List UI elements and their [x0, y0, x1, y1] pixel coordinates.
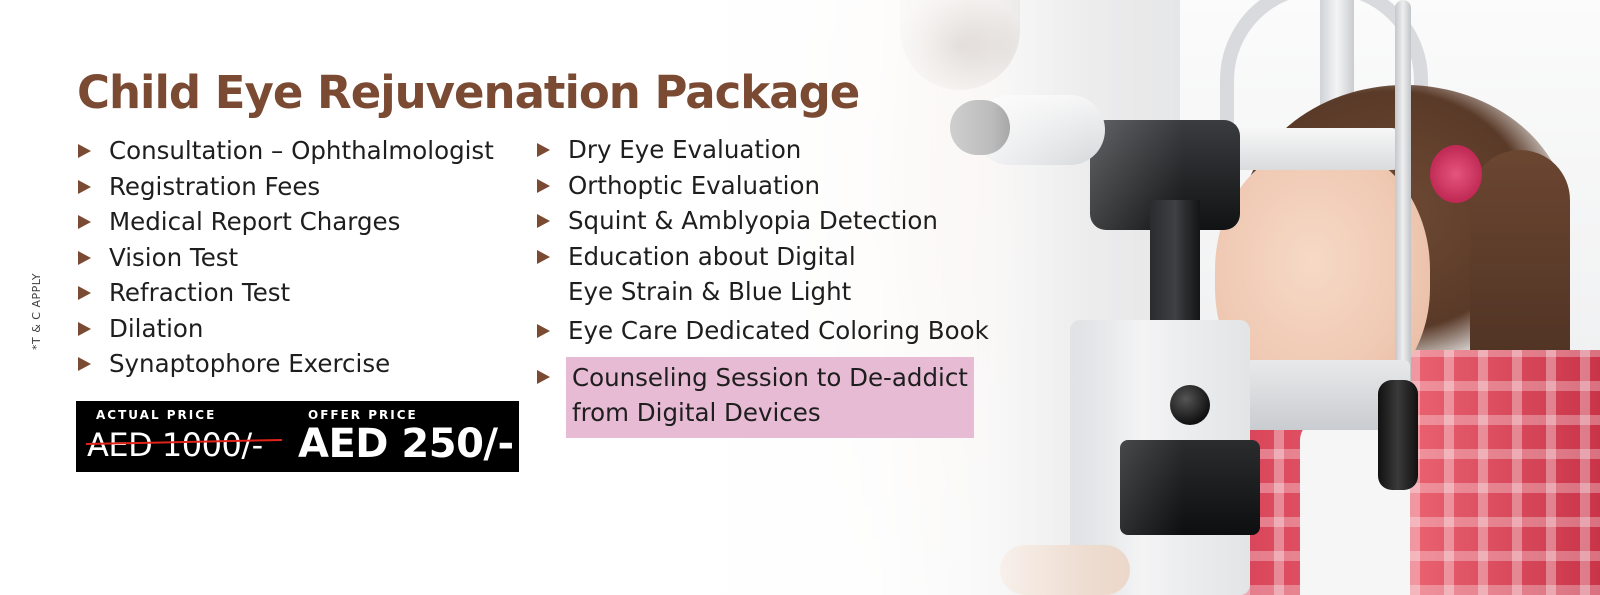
service-label: Medical Report Charges	[109, 207, 401, 236]
service-label: Dry Eye Evaluation	[568, 135, 802, 164]
service-label: Vision Test	[109, 242, 239, 272]
price-box: ACTUAL PRICE OFFER PRICE AED 1000/- AED …	[76, 401, 519, 472]
service-label-line-1: Education about Digital	[568, 241, 856, 271]
offer-price-label: OFFER PRICE	[308, 408, 418, 422]
triangle-right-icon	[78, 215, 91, 229]
list-item: Dilation	[78, 311, 494, 347]
list-item: Orthoptic Evaluation	[537, 168, 989, 204]
list-item: Medical Report Charges	[78, 204, 494, 240]
triangle-right-icon	[537, 178, 550, 193]
list-item: Synaptophore Exercise	[78, 346, 494, 382]
list-item: Consultation – Ophthalmologist	[78, 133, 494, 169]
list-item: Registration Fees	[78, 169, 494, 205]
triangle-right-icon	[78, 357, 91, 371]
triangle-right-icon	[78, 250, 91, 265]
package-title: Child Eye Rejuvenation Package	[77, 66, 860, 119]
service-label: Synaptophore Exercise	[109, 349, 391, 378]
list-item: Dry Eye Evaluation	[537, 132, 989, 168]
terms-note: *T & C APPLY	[30, 272, 43, 350]
actual-price-label: ACTUAL PRICE	[96, 408, 217, 422]
actual-price: AED 1000/-	[87, 426, 263, 464]
list-item: Education about Digital Eye Strain & Blue…	[537, 239, 989, 309]
service-label: Refraction Test	[109, 278, 291, 307]
service-label: Eye Care Dedicated Coloring Book	[568, 315, 989, 345]
promo-banner: Child Eye Rejuvenation Package Consultat…	[0, 0, 1600, 595]
list-item: Squint & Amblyopia Detection	[537, 203, 989, 239]
triangle-right-icon	[537, 214, 550, 228]
triangle-right-icon	[537, 370, 550, 384]
list-item-highlighted: Counseling Session to De-addict from Digi…	[537, 357, 989, 438]
triangle-right-icon	[78, 321, 91, 336]
highlight-box: Counseling Session to De-addict from Digi…	[566, 357, 974, 438]
triangle-right-icon	[78, 144, 91, 158]
service-label-line-2: Eye Strain & Blue Light	[568, 276, 852, 306]
service-label: Squint & Amblyopia Detection	[568, 206, 938, 235]
list-item: Eye Care Dedicated Coloring Book	[537, 313, 989, 349]
service-label: Registration Fees	[109, 171, 321, 201]
triangle-right-icon	[537, 249, 550, 264]
service-label: Dilation	[109, 313, 204, 343]
triangle-right-icon	[78, 179, 91, 194]
service-label: Consultation – Ophthalmologist	[109, 136, 494, 165]
services-list-right: Dry Eye Evaluation Orthoptic Evaluation …	[537, 132, 989, 438]
offer-price: AED 250/-	[298, 421, 514, 467]
list-item: Vision Test	[78, 240, 494, 276]
service-label-line-1: Counseling Session to De-addict	[572, 363, 968, 392]
service-label: Orthoptic Evaluation	[568, 170, 820, 200]
services-list-left: Consultation – Ophthalmologist Registrat…	[78, 133, 494, 382]
service-label-line-2: from Digital Devices	[572, 398, 821, 427]
triangle-right-icon	[78, 286, 91, 300]
triangle-right-icon	[537, 323, 550, 338]
list-item: Refraction Test	[78, 275, 494, 311]
triangle-right-icon	[537, 143, 550, 157]
